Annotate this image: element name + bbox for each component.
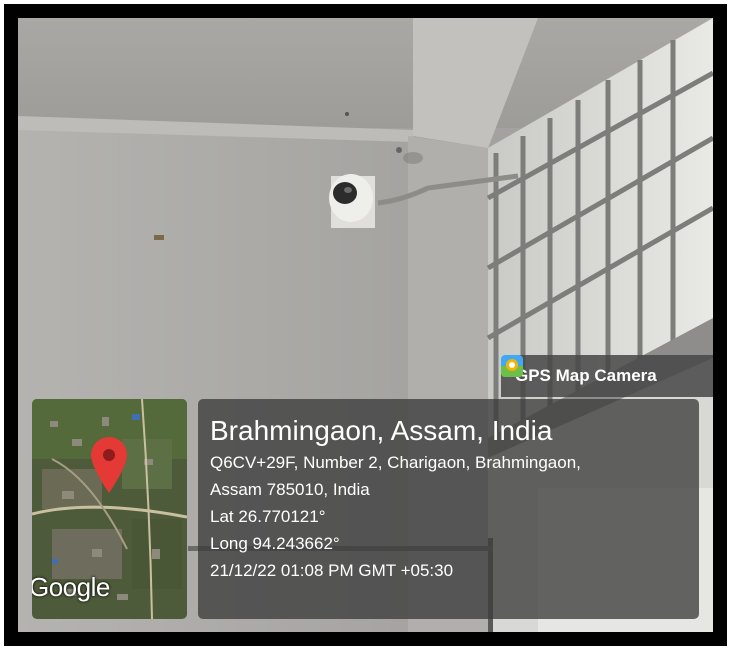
camera-photo: GPS Map Camera Google Brahmingaon, Assam… <box>18 18 713 632</box>
map-brand-label: Google <box>32 572 110 602</box>
address-line-1: Q6CV+29F, Number 2, Charigaon, Brahminga… <box>210 453 581 472</box>
longitude: Long 94.243662° <box>210 534 340 553</box>
datetime: 21/12/22 01:08 PM GMT +05:30 <box>210 561 454 580</box>
app-watermark: GPS Map Camera <box>501 355 713 397</box>
app-name: GPS Map Camera <box>515 366 657 385</box>
photo-frame: GPS Map Camera Google Brahmingaon, Assam… <box>4 4 727 646</box>
latitude: Lat 26.770121° <box>210 507 326 526</box>
address-line-2: Assam 785010, India <box>210 480 370 499</box>
location-info-panel: Brahmingaon, Assam, India Q6CV+29F, Numb… <box>198 399 699 619</box>
place-title: Brahmingaon, Assam, India <box>210 415 553 446</box>
gps-map-camera-app-icon <box>501 355 523 377</box>
map-thumbnail: Google <box>32 399 187 619</box>
location-pin-icon <box>91 437 127 493</box>
